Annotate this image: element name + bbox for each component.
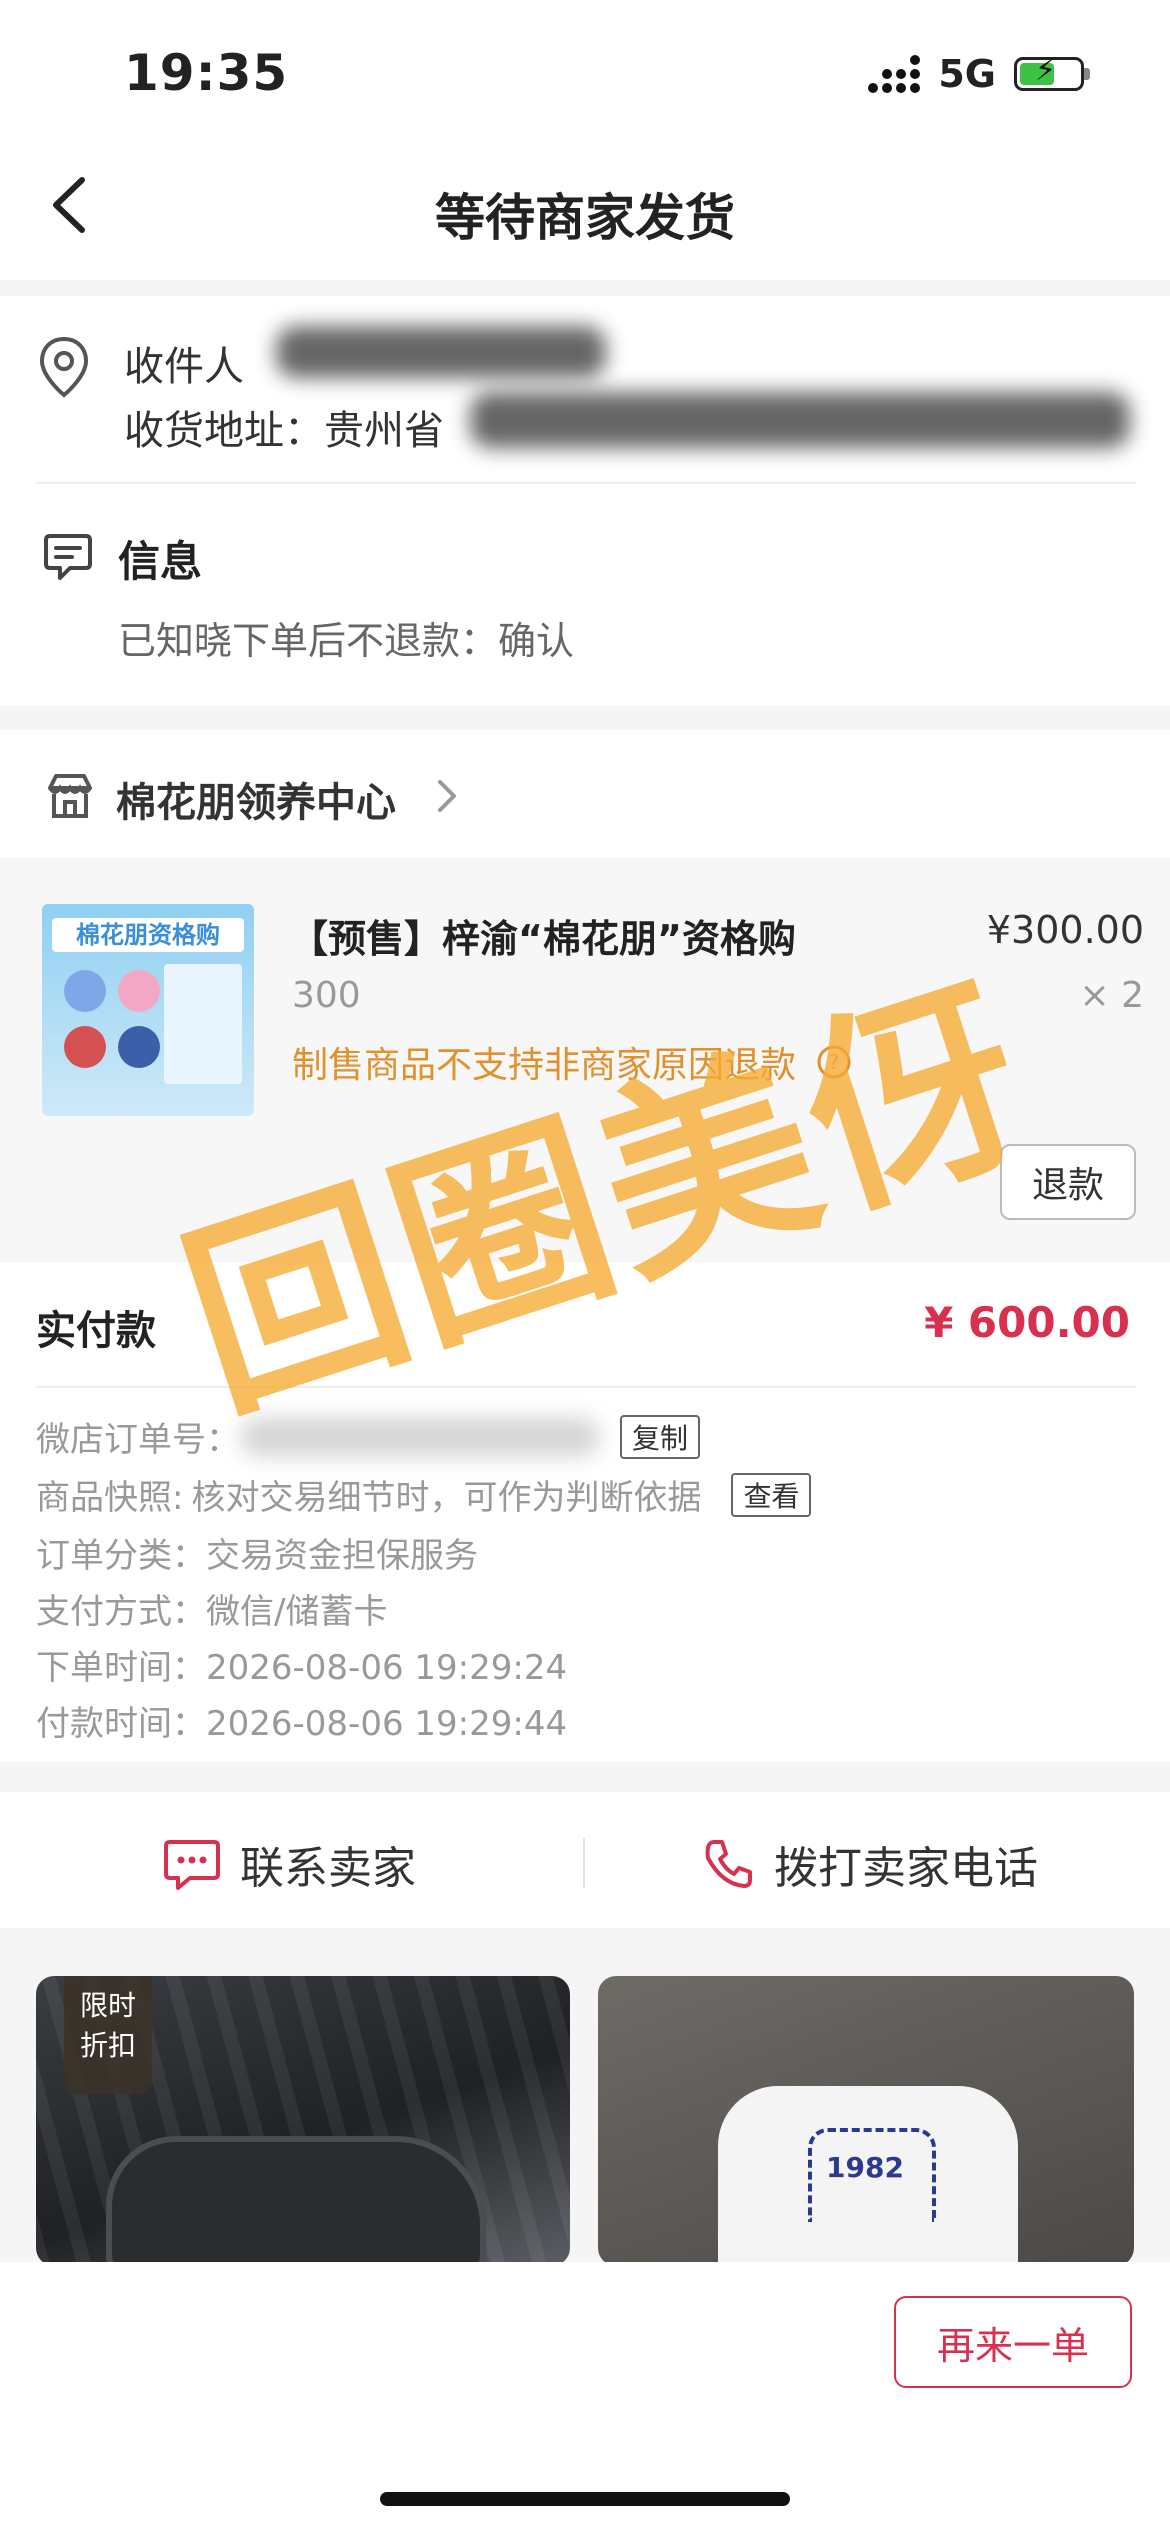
snapshot-row: 商品快照: 核对交易细节时，可作为判断依据 查看 [36, 1470, 812, 1519]
discount-badge: 限时 折扣 [64, 1976, 152, 2094]
location-icon [36, 335, 92, 403]
category-value: 交易资金担保服务 [206, 1536, 478, 1576]
pay-method-label: 支付方式： [36, 1592, 206, 1632]
divider [36, 1386, 1136, 1388]
shoe-image [106, 2136, 486, 2266]
signal-icon [868, 55, 921, 93]
redacted-name [276, 326, 606, 378]
order-time-row: 下单时间：2026-08-06 19:29:24 [36, 1640, 567, 1689]
order-number-row: 微店订单号： 复制 [36, 1412, 701, 1461]
status-icons: 5G ⚡ [868, 52, 1090, 96]
jacket-print: 1982 [826, 2151, 904, 2184]
contact-seller-label: 联系卖家 [240, 1843, 416, 1894]
recipient-label: 收件人 [124, 344, 244, 390]
reorder-button[interactable]: 再来一单 [894, 2296, 1132, 2388]
order-time-label: 下单时间： [36, 1648, 206, 1688]
divider [583, 1838, 585, 1888]
product-quantity: × 2 [1079, 975, 1144, 1016]
category-row: 订单分类：交易资金担保服务 [36, 1528, 478, 1577]
order-time-value: 2026-08-06 19:29:24 [206, 1648, 568, 1688]
battery-icon: ⚡ [1014, 56, 1084, 91]
product-variant: 300 [292, 975, 361, 1016]
store-icon [44, 770, 96, 826]
info-title: 信息 [118, 537, 203, 586]
pay-time-value: 2026-08-06 19:29:44 [206, 1704, 568, 1744]
category-label: 订单分类： [36, 1536, 206, 1576]
contact-seller-button[interactable]: 联系卖家 [162, 1832, 416, 1896]
call-seller-label: 拨打卖家电话 [774, 1843, 1038, 1894]
home-indicator[interactable] [380, 2492, 790, 2506]
pay-time-label: 付款时间： [36, 1704, 206, 1744]
redacted-address [470, 392, 1130, 448]
copy-button[interactable]: 复制 [620, 1414, 701, 1459]
call-seller-button[interactable]: 拨打卖家电话 [700, 1832, 1038, 1896]
address-label: 收货地址：贵州省 [124, 408, 444, 454]
chat-icon [164, 1840, 220, 1890]
view-snapshot-button[interactable]: 查看 [731, 1472, 812, 1517]
network-label: 5G [938, 52, 996, 96]
pay-time-row: 付款时间：2026-08-06 19:29:44 [36, 1696, 567, 1745]
page-title: 等待商家发货 [435, 189, 735, 247]
payment-amount: ¥ 600.00 [924, 1298, 1130, 1347]
pay-method-value: 微信/储蓄卡 [206, 1592, 388, 1632]
recommend-card-jacket[interactable]: 1982 [598, 1976, 1134, 2266]
message-icon [40, 528, 96, 588]
product-title: 【预售】梓渝“棉花朋”资格购 [290, 917, 796, 961]
payment-label: 实付款 [36, 1308, 156, 1354]
chevron-right-icon [434, 776, 460, 820]
snapshot-text: 核对交易细节时，可作为判断依据 [191, 1478, 702, 1518]
recommend-card-shoes[interactable]: 限时 折扣 [36, 1976, 570, 2266]
phone-icon [705, 1840, 752, 1888]
discount-badge-line1: 限时 [79, 1989, 136, 2022]
info-text: 已知晓下单后不退款：确认 [118, 619, 575, 663]
discount-badge-line2: 折扣 [79, 2029, 136, 2062]
status-time: 19:35 [124, 44, 289, 102]
divider [36, 482, 1136, 484]
order-number-label: 微店订单号： [36, 1420, 240, 1460]
product-price: ¥300.00 [986, 908, 1144, 952]
product-thumbnail: 棉花朋资格购 [42, 904, 254, 1116]
shop-name[interactable]: 棉花朋领养中心 [116, 770, 396, 828]
pay-method-row: 支付方式：微信/储蓄卡 [36, 1584, 387, 1633]
snapshot-label: 商品快照: [36, 1478, 184, 1518]
